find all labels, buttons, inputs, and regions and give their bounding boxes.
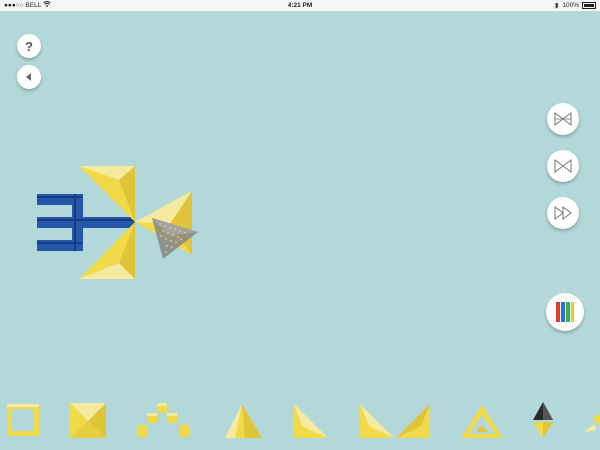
color-palette-button[interactable] bbox=[546, 293, 584, 331]
small-arrow-piece[interactable] bbox=[584, 414, 600, 432]
color-palette-icon bbox=[556, 302, 574, 322]
triangle-frame-piece[interactable] bbox=[461, 405, 503, 438]
lower-yellow-pyramid-piece[interactable] bbox=[79, 222, 135, 279]
pyramid-square-piece[interactable] bbox=[70, 403, 106, 438]
fast-forward-button[interactable] bbox=[547, 197, 579, 229]
design-canvas[interactable] bbox=[0, 0, 600, 450]
double-wedge-piece[interactable] bbox=[360, 404, 430, 438]
black-yellow-diamond-piece[interactable] bbox=[533, 402, 553, 438]
flip-horizontal-icon bbox=[554, 112, 572, 126]
square-frame-piece[interactable] bbox=[7, 404, 39, 436]
flip-horizontal-button[interactable] bbox=[547, 103, 579, 135]
flip-vertical-icon bbox=[554, 159, 572, 173]
wedge-triangle-piece[interactable] bbox=[294, 404, 328, 438]
upper-yellow-pyramid-piece[interactable] bbox=[79, 166, 135, 222]
cone-triangle-piece[interactable] bbox=[225, 404, 262, 438]
flip-vertical-button[interactable] bbox=[547, 150, 579, 182]
fast-forward-icon bbox=[554, 206, 572, 220]
stepped-diamond-piece[interactable] bbox=[137, 403, 190, 437]
piece-tray bbox=[7, 402, 600, 438]
